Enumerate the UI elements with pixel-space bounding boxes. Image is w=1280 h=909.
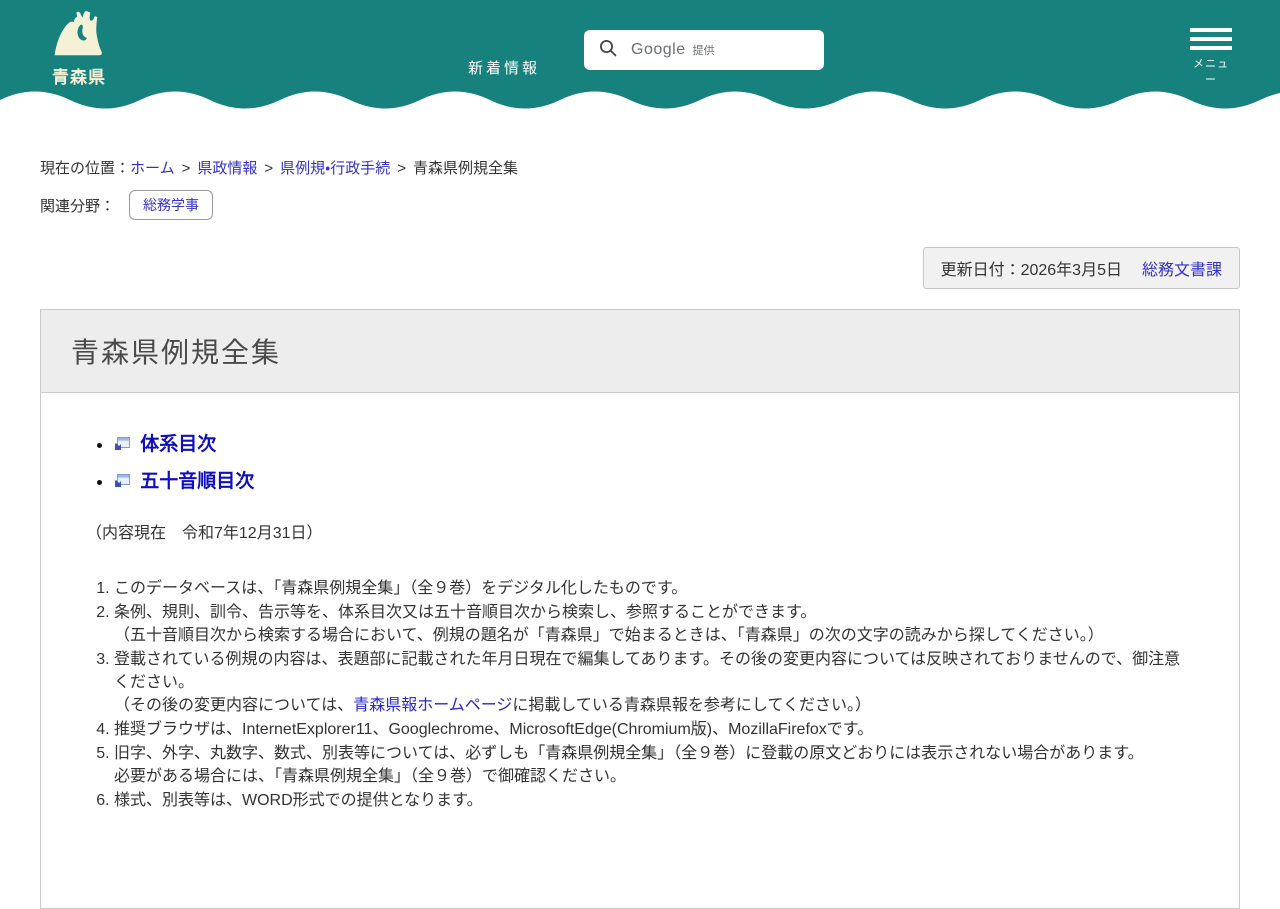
- update-date-row: 更新日付：2026年3月5日 総務文書課: [40, 247, 1240, 289]
- related-field-label: 関連分野：: [40, 197, 116, 215]
- note-item: 旧字、外字、丸数字、数式、別表等については、必ずしも「青森県例規全集」（全９巻）…: [114, 742, 1184, 788]
- breadcrumb-prefix: 現在の位置：: [40, 160, 131, 177]
- logo-label: 青森県: [52, 68, 106, 87]
- note-subtext: 必要がある場合には、「青森県例規全集」（全９巻）で御確認ください。: [114, 768, 627, 785]
- search-placeholder-provider: Google: [631, 41, 686, 58]
- note-text: このデータベースは、「青森県例規全集」（全９巻）をデジタル化したものです。: [114, 580, 688, 597]
- note-item: 条例、規則、訓令、告示等を、体系目次又は五十音順目次から検索し、参照することがで…: [114, 601, 1184, 647]
- header-wave-decoration: [0, 88, 1280, 109]
- aomori-emblem-icon: [48, 10, 110, 62]
- new-window-icon: [114, 472, 135, 493]
- gojuon-mokuji-link[interactable]: 五十音順目次: [140, 471, 254, 492]
- search-icon: [598, 38, 618, 63]
- hamburger-icon: [1190, 28, 1232, 50]
- department-link[interactable]: 総務文書課: [1142, 262, 1222, 279]
- breadcrumb-link-reiki-tetsuzuki[interactable]: 県例規・行政手続: [280, 160, 390, 177]
- note-subtext-pre: （その後の変更内容については、: [114, 697, 354, 714]
- note-subtext: （五十音順目次から検索する場合において、例規の題名が「青森県」で始まるときは、「…: [114, 627, 1104, 644]
- update-date-label: 更新日付：2026年3月5日: [940, 262, 1122, 279]
- page-title: 青森県例規全集: [71, 337, 282, 368]
- note-item: 様式、別表等は、WORD形式での提供となります。: [114, 789, 1184, 812]
- breadcrumb-separator: >: [181, 160, 191, 177]
- note-item: 推奨ブラウザは、InternetExplorer11、Googlechrome、…: [114, 718, 1184, 741]
- related-field-row: 関連分野： 総務学事: [40, 190, 1240, 220]
- breadcrumb-current-page: 青森県例規全集: [413, 160, 519, 177]
- taikei-mokuji-link[interactable]: 体系目次: [140, 434, 216, 455]
- search-placeholder-provided-by: 提供: [692, 45, 715, 57]
- site-header: 青森県 新着情報 Google 提供 メニュー: [0, 0, 1280, 88]
- note-text: 様式、別表等は、WORD形式での提供となります。: [114, 792, 483, 809]
- breadcrumb-separator: >: [397, 160, 406, 177]
- new-window-icon: [114, 435, 135, 456]
- note-item: 登載されている例規の内容は、表題部に記載された年月日現在で編集してあります。その…: [114, 648, 1184, 717]
- note-subtext: （その後の変更内容については、青森県報ホームページに掲載している青森県報を参考に…: [114, 694, 1184, 717]
- notes-list: このデータベースは、「青森県例規全集」（全９巻）をデジタル化したものです。 条例…: [86, 577, 1184, 812]
- note-text: 登載されている例規の内容は、表題部に記載された年月日現在で編集してあります。その…: [114, 651, 1181, 691]
- kenpou-homepage-link[interactable]: 青森県報ホームページ: [353, 697, 512, 714]
- current-as-of-text: （内容現在 令和7年12月31日）: [86, 525, 323, 542]
- note-text: 推奨ブラウザは、InternetExplorer11、Googlechrome、…: [114, 721, 874, 738]
- menu-button[interactable]: メニュー: [1190, 28, 1232, 87]
- breadcrumb-link-home[interactable]: ホーム: [130, 160, 175, 177]
- note-item: このデータベースは、「青森県例規全集」（全９巻）をデジタル化したものです。: [114, 577, 1184, 600]
- toc-list: 体系目次 五十音順目次: [86, 429, 1184, 494]
- main-content-panel: 青森県例規全集 体系目次: [40, 309, 1240, 909]
- page-content: 体系目次 五十音順目次 （内容現在 令和7年12月31日） このデータベースは、…: [41, 393, 1239, 812]
- search-input[interactable]: Google 提供: [584, 30, 824, 70]
- related-field-tag[interactable]: 総務学事: [129, 190, 214, 220]
- menu-label: メニュー: [1193, 58, 1229, 86]
- site-logo[interactable]: 青森県: [48, 10, 110, 88]
- list-item: 五十音順目次: [114, 466, 1184, 494]
- page-title-bar: 青森県例規全集: [41, 310, 1239, 393]
- note-subtext-post: に掲載している青森県報を参考にしてください。）: [512, 697, 871, 714]
- breadcrumb: 現在の位置：ホーム > 県政情報 > 県例規・行政手続 > 青森県例規全集: [40, 157, 1240, 178]
- new-info-link[interactable]: 新着情報: [468, 57, 540, 78]
- update-date-box: 更新日付：2026年3月5日 総務文書課: [922, 247, 1240, 289]
- breadcrumb-link-kensei-joho[interactable]: 県政情報: [197, 160, 257, 177]
- note-text: 旧字、外字、丸数字、数式、別表等については、必ずしも「青森県例規全集」（全９巻）…: [114, 745, 1144, 762]
- list-item: 体系目次: [114, 429, 1184, 457]
- note-text: 条例、規則、訓令、告示等を、体系目次又は五十音順目次から検索し、参照することがで…: [114, 604, 817, 621]
- breadcrumb-separator: >: [264, 160, 274, 177]
